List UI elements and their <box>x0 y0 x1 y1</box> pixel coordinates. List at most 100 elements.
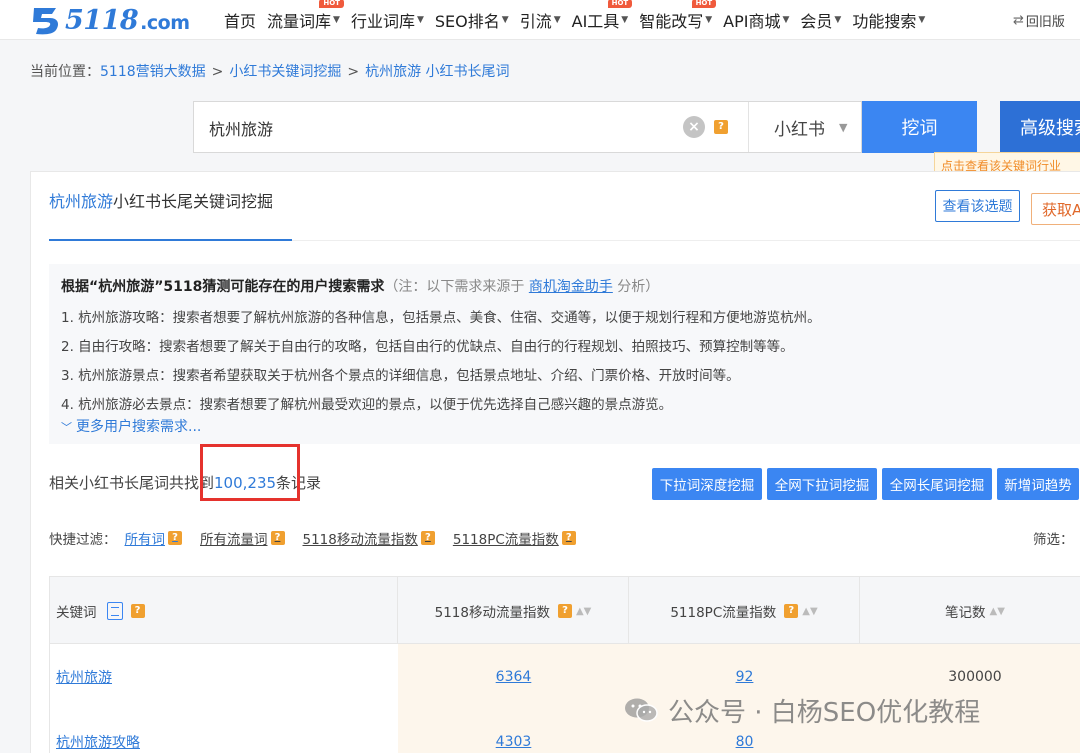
breadcrumb-item-current[interactable]: 杭州旅游 小红书长尾词 <box>365 64 509 80</box>
nav-rewrite[interactable]: 智能改写 ▼ HOT <box>639 0 717 32</box>
clear-icon[interactable]: × <box>683 116 705 138</box>
row-mobile-index[interactable]: 4303 <box>398 709 629 753</box>
header-label: 关键词 <box>56 605 97 621</box>
hot-badge: HOT <box>691 0 717 8</box>
table-header: 关键词 ? 5118移动流量指数 ? ▲▼ 5118PC流量指数 ? ▲▼ 笔记… <box>49 576 1080 645</box>
tab-longtail-mining[interactable]: 杭州旅游小红书长尾关键词挖掘 <box>49 188 273 212</box>
nav-traffic-guide[interactable]: 引流 ▼ <box>520 8 561 32</box>
old-version-link[interactable]: ⇄ 回旧版 <box>1013 0 1065 40</box>
needs-note-prefix: （注：以下需求来源于 <box>384 279 525 295</box>
header-pc-index[interactable]: 5118PC流量指数 ? ▲▼ <box>629 577 860 645</box>
filter-all-traffic-words[interactable]: 所有流量词? <box>200 528 285 548</box>
caret-down-icon: ▼ <box>834 15 842 25</box>
nav-api-store[interactable]: API商城 ▼ <box>723 8 789 32</box>
network-longtail-mining-button[interactable]: 全网长尾词挖掘 <box>882 468 992 500</box>
user-needs-box: 根据“杭州旅游”5118猜测可能存在的用户搜索需求（注：以下需求来源于 商机淘金… <box>49 264 1080 444</box>
network-dropdown-mining-button[interactable]: 全网下拉词挖掘 <box>767 468 877 500</box>
nav-seo-rank[interactable]: SEO排名 ▼ <box>435 8 509 32</box>
caret-down-icon: ▼ <box>553 15 561 25</box>
nav-traffic-words[interactable]: 流量词库 ▼ HOT <box>267 0 344 32</box>
caret-down-icon: ▼ <box>621 15 629 25</box>
top-nav: 5118 .com 首页 流量词库 ▼ HOT 行业词库 ▼ SEO排名 ▼ 引流 ▼ AI… <box>0 0 1080 40</box>
nav-home[interactable]: 首页 <box>224 8 256 32</box>
filter-mobile-index[interactable]: 5118移动流量指数? <box>303 528 435 548</box>
sort-icon: ▲▼ <box>575 605 592 617</box>
wechat-icon <box>624 697 658 723</box>
logo-suffix: .com <box>140 11 190 34</box>
nav-label: 流量词库 <box>267 12 332 31</box>
annotation-highlight-box <box>200 444 300 501</box>
breadcrumb-separator: > <box>347 64 360 80</box>
nav-ai-tools[interactable]: AI工具 ▼ HOT <box>572 0 633 32</box>
nav-label: 功能搜索 <box>852 12 917 31</box>
caret-down-icon: ▼ <box>416 15 424 25</box>
nav-member[interactable]: 会员 ▼ <box>800 8 841 32</box>
switch-arrows-icon: ⇄ <box>1013 12 1024 28</box>
filter-label: 5118PC流量指数 <box>452 532 559 548</box>
dig-words-button[interactable]: 挖词 <box>862 101 977 153</box>
filter-all-words[interactable]: 所有词? <box>124 528 182 548</box>
caret-down-icon: ▼ <box>333 15 340 25</box>
row-keyword[interactable]: 杭州旅游攻略 <box>50 709 398 753</box>
row-keyword[interactable]: 杭州旅游 <box>50 644 398 709</box>
quick-filter-label: 快捷过滤： <box>49 532 117 548</box>
caret-down-icon: ▼ <box>501 15 509 25</box>
header-label: 5118移动流量指数 <box>434 605 550 621</box>
platform-value: 小红书 <box>774 119 825 140</box>
dropdown-deep-mining-button[interactable]: 下拉词深度挖掘 <box>652 468 762 500</box>
help-icon[interactable]: ? <box>714 120 728 134</box>
watermark: 公众号 · 白杨SEO优化教程 <box>624 690 980 730</box>
result-panel: 杭州旅游小红书长尾关键词挖掘 查看该选题 获取AI 根据“杭州旅游”5118猜测… <box>30 171 1080 753</box>
get-ai-button[interactable]: 获取AI <box>1031 193 1080 225</box>
header-notes[interactable]: 笔记数 ▲▼ <box>860 577 1080 645</box>
breadcrumb-prefix: 当前位置： <box>30 64 100 80</box>
hot-badge: HOT <box>607 0 633 8</box>
help-icon: ? <box>270 531 285 545</box>
new-word-trend-button[interactable]: 新增词趋势 <box>997 468 1079 500</box>
breadcrumb-item-xhs-keyword[interactable]: 小红书关键词挖掘 <box>229 64 341 80</box>
needs-heading: 根据“杭州旅游”5118猜测可能存在的用户搜索需求 <box>61 279 385 295</box>
nav-label: 会员 <box>800 12 833 31</box>
nav-label: 首页 <box>224 12 257 31</box>
needs-source-link[interactable]: 商机淘金助手 <box>529 279 613 295</box>
chevron-down-icon: ﹀ <box>61 421 72 434</box>
main-nav: 首页 流量词库 ▼ HOT 行业词库 ▼ SEO排名 ▼ 引流 ▼ AI工具 ▼ HOT 智能… <box>224 0 936 40</box>
sort-icon: ▲▼ <box>802 605 818 617</box>
help-icon[interactable]: ? <box>130 604 145 618</box>
need-item: 3. 杭州旅游景点：搜索者希望获取关于杭州各个景点的详细信息，包括景点地址、介绍… <box>61 368 740 384</box>
filter-label: 所有流量词 <box>200 532 268 548</box>
caret-down-icon: ▼ <box>839 120 848 134</box>
more-needs-link[interactable]: ﹀ 更多用户搜索需求... <box>61 416 201 436</box>
needs-note-suffix: 分析） <box>617 279 660 295</box>
view-topic-button[interactable]: 查看该选题 <box>935 190 1020 222</box>
quick-filter: 快捷过滤： 所有词? 所有流量词? 5118移动流量指数? 5118PC流量指数… <box>49 528 594 548</box>
breadcrumb: 当前位置：5118营销大数据 > 小红书关键词挖掘 > 杭州旅游 小红书长尾词 <box>30 61 510 81</box>
nav-label: SEO排名 <box>434 12 500 31</box>
platform-select[interactable]: 小红书 ▼ <box>750 102 862 152</box>
more-needs-label: 更多用户搜索需求... <box>76 419 202 435</box>
nav-feature-search[interactable]: 功能搜索 ▼ <box>852 8 925 32</box>
filter-pc-index[interactable]: 5118PC流量指数? <box>453 528 576 548</box>
header-label: 笔记数 <box>945 605 986 621</box>
nav-industry-words[interactable]: 行业词库 ▼ <box>351 8 424 32</box>
search-divider <box>748 102 749 152</box>
search-input[interactable] <box>209 116 669 140</box>
breadcrumb-separator: > <box>211 64 224 80</box>
header-keyword: 关键词 ? <box>50 577 398 645</box>
watermark-text: 公众号 · 白杨SEO优化教程 <box>668 697 981 728</box>
row-mobile-index[interactable]: 6364 <box>398 644 629 709</box>
site-logo[interactable]: 5118 .com <box>28 4 190 36</box>
screen-label: 筛选： <box>1033 532 1074 548</box>
nav-label: 智能改写 <box>639 12 704 31</box>
copy-list-icon[interactable] <box>106 602 123 620</box>
nav-label: API商城 <box>723 12 781 31</box>
hot-badge: HOT <box>319 0 344 8</box>
search-box: × ? 小红书 ▼ <box>193 101 862 153</box>
help-icon: ? <box>784 604 799 618</box>
header-mobile-index[interactable]: 5118移动流量指数 ? ▲▼ <box>398 577 629 645</box>
advanced-search-button[interactable]: 高级搜索 <box>1000 101 1080 153</box>
logo-badge-icon <box>28 4 64 36</box>
tab-active-indicator <box>49 239 292 241</box>
filter-label: 所有词 <box>124 532 166 548</box>
breadcrumb-item-marketing-data[interactable]: 5118营销大数据 <box>100 64 206 80</box>
